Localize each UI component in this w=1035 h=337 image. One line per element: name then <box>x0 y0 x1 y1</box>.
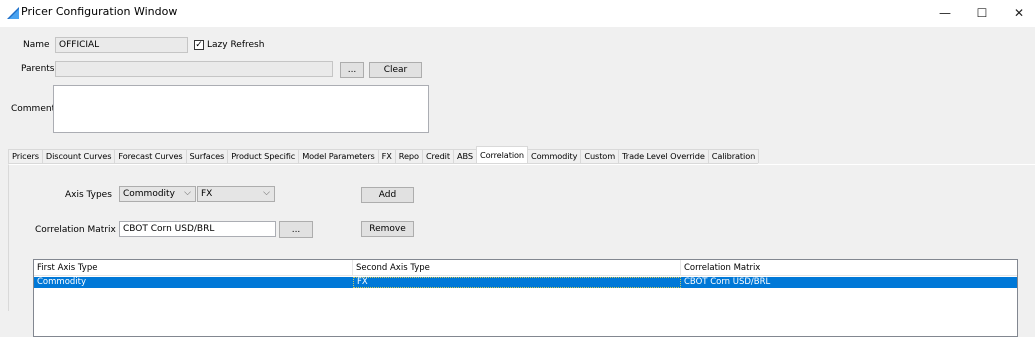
clear-button[interactable]: Clear <box>369 62 422 78</box>
tab-calibration[interactable]: Calibration <box>707 149 760 163</box>
tab-discount-curves[interactable]: Discount Curves <box>41 149 116 163</box>
correlation-table[interactable]: First Axis Type Second Axis Type Correla… <box>33 259 1018 337</box>
tab-commodity[interactable]: Commodity <box>527 149 582 163</box>
correlation-matrix-label: Correlation Matrix <box>35 225 116 235</box>
tab-abs[interactable]: ABS <box>452 149 477 163</box>
table-cell[interactable]: FX <box>353 277 681 288</box>
column-header-first-axis[interactable]: First Axis Type <box>34 260 353 276</box>
tab-repo[interactable]: Repo <box>394 149 423 163</box>
parents-browse-button[interactable]: ... <box>340 62 364 78</box>
axis-type-2-value: FX <box>201 189 213 199</box>
parents-label: Parents <box>21 64 55 74</box>
tab-bar: Pricers Discount Curves Forecast Curves Sur… <box>8 146 760 164</box>
axis-types-label: Axis Types <box>65 190 112 200</box>
name-label: Name <box>23 40 50 50</box>
axis-type-1-value: Commodity <box>123 189 175 199</box>
tab-correlation[interactable]: Correlation <box>475 146 528 163</box>
lazy-refresh-label: Lazy Refresh <box>207 40 265 50</box>
axis-type-2-select[interactable]: FX ⌵ <box>197 186 275 202</box>
tab-fx[interactable]: FX <box>377 149 396 163</box>
close-button[interactable]: ✕ <box>998 0 1035 26</box>
minimize-button[interactable]: — <box>924 0 966 26</box>
table-cell[interactable]: CBOT Corn USD/BRL <box>681 277 1017 288</box>
tab-credit[interactable]: Credit <box>421 149 454 163</box>
tab-trade-level-override[interactable]: Trade Level Override <box>618 149 709 163</box>
correlation-matrix-browse-button[interactable]: ... <box>279 221 313 238</box>
axis-type-1-select[interactable]: Commodity ⌵ <box>119 186 196 202</box>
tab-pricers[interactable]: Pricers <box>8 149 43 163</box>
table-cell[interactable]: Commodity <box>34 277 353 288</box>
chevron-down-icon: ⌵ <box>263 188 270 198</box>
tab-model-parameters[interactable]: Model Parameters <box>298 149 379 163</box>
maximize-button[interactable]: ☐ <box>961 0 1003 26</box>
checkmark-icon: ✓ <box>195 39 203 50</box>
column-header-second-axis[interactable]: Second Axis Type <box>353 260 681 276</box>
tab-forecast-curves[interactable]: Forecast Curves <box>114 149 187 163</box>
lazy-refresh-checkbox[interactable]: ✓ <box>194 40 204 50</box>
comment-field[interactable] <box>53 85 429 133</box>
table-row[interactable]: Commodity FX CBOT Corn USD/BRL <box>34 277 1017 288</box>
add-button[interactable]: Add <box>361 187 414 203</box>
tab-product-specific[interactable]: Product Specific <box>227 149 300 163</box>
window-title: Pricer Configuration Window <box>21 5 178 18</box>
correlation-matrix-field[interactable]: CBOT Corn USD/BRL <box>119 221 276 237</box>
tab-surfaces[interactable]: Surfaces <box>185 149 229 163</box>
comment-label: Comment <box>11 104 56 114</box>
name-field[interactable]: OFFICIAL <box>55 37 188 53</box>
remove-button[interactable]: Remove <box>361 221 414 237</box>
chevron-down-icon: ⌵ <box>184 188 191 198</box>
tab-custom[interactable]: Custom <box>580 149 620 163</box>
parents-field[interactable] <box>55 61 333 77</box>
app-icon <box>7 7 19 19</box>
title-bar: Pricer Configuration Window — ☐ ✕ <box>0 0 1035 27</box>
column-header-correlation-matrix[interactable]: Correlation Matrix <box>681 260 1017 276</box>
